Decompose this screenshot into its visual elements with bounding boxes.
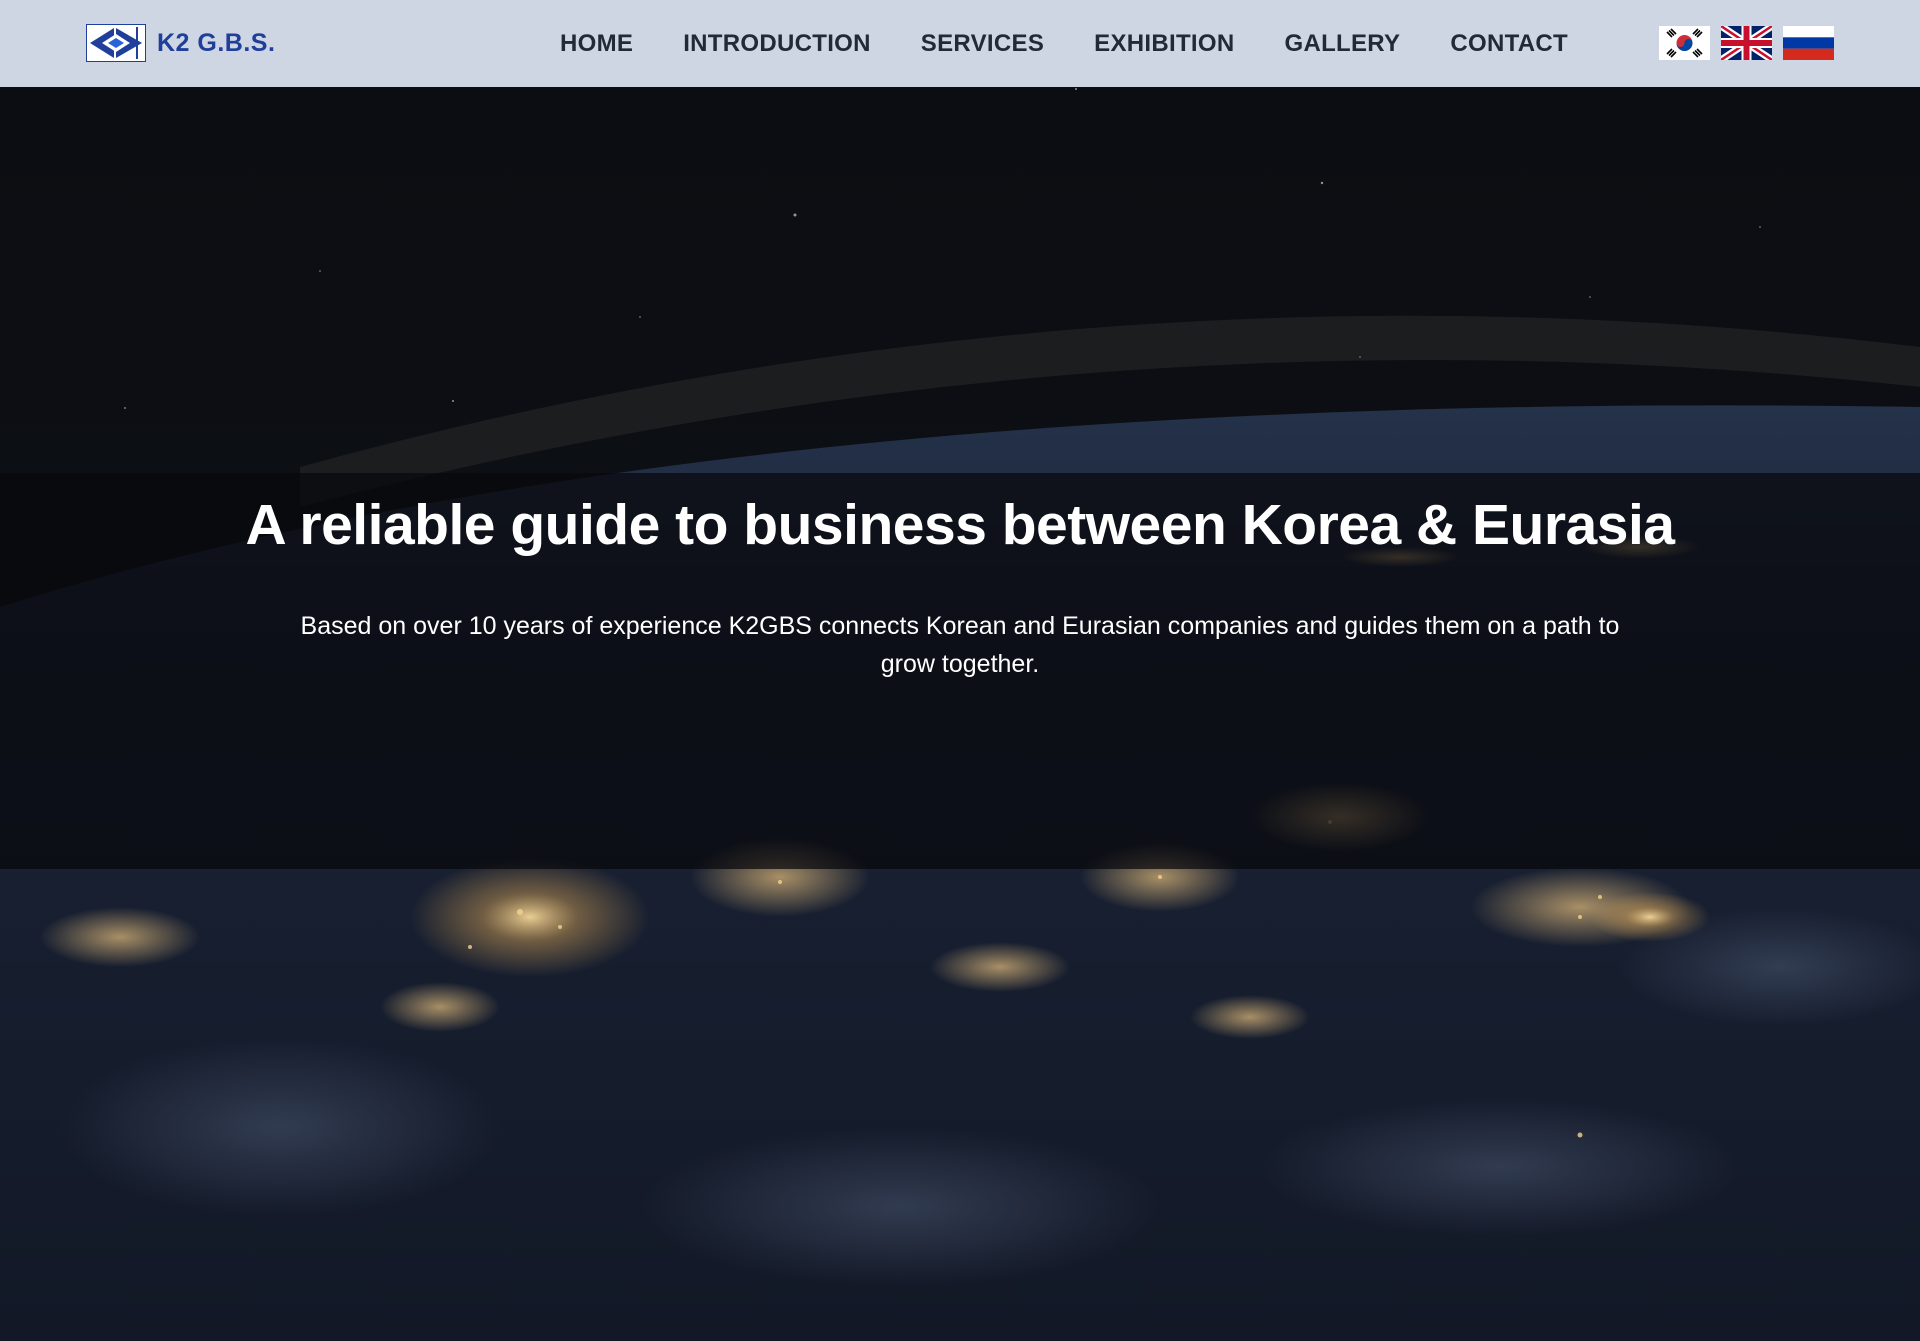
logo-text: K2 G.B.S. xyxy=(157,28,276,57)
hero-title: A reliable guide to business between Kor… xyxy=(245,493,1675,557)
uk-flag-icon[interactable] xyxy=(1721,26,1772,60)
hero-subtitle: Based on over 10 years of experience K2G… xyxy=(300,612,1620,678)
site-header: K2 G.B.S. HOME INTRODUCTION SERVICES EXH… xyxy=(0,0,1920,87)
language-switcher xyxy=(1659,26,1834,60)
nav-contact[interactable]: CONTACT xyxy=(1450,30,1568,58)
korean-flag-icon[interactable] xyxy=(1659,26,1710,60)
russian-flag-icon[interactable] xyxy=(1783,26,1834,60)
hero-section xyxy=(0,87,1920,1341)
nav-services[interactable]: SERVICES xyxy=(921,30,1044,58)
k2-logo-icon xyxy=(86,24,146,62)
nav-gallery[interactable]: GALLERY xyxy=(1284,30,1400,58)
nav-home[interactable]: HOME xyxy=(560,30,633,58)
main-nav: HOME INTRODUCTION SERVICES EXHIBITION GA… xyxy=(560,0,1618,87)
logo-link[interactable]: K2 G.B.S. xyxy=(86,24,275,62)
nav-exhibition[interactable]: EXHIBITION xyxy=(1094,30,1234,58)
nav-introduction[interactable]: INTRODUCTION xyxy=(683,30,871,58)
